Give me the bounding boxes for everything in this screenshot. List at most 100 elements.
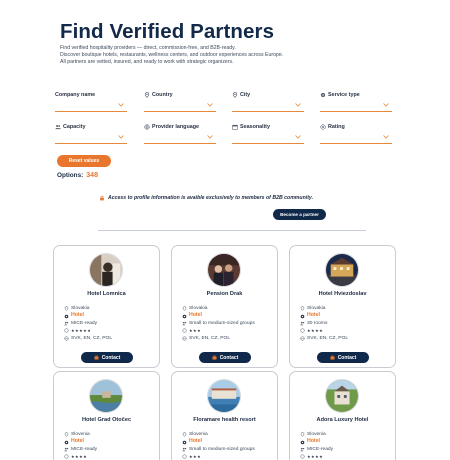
rating-row: ★★★★ [300,453,392,460]
country: Slovenia [71,432,90,437]
pin-icon [232,92,238,98]
filter-company-name[interactable]: Company name [55,92,127,112]
partner-photo [207,253,241,287]
partner-card[interactable]: Floramare health resort Slovenia Hotel S… [171,371,278,460]
partner-name: Floramare health resort [193,417,256,423]
become-partner-button[interactable]: Become a partner [273,209,326,220]
reset-values-button[interactable]: Reset values [57,155,111,167]
partner-card[interactable]: Adora Luxury Hotel Slovenia Hotel MICE-r… [289,371,396,460]
country-row: Slovakia [182,305,274,312]
star-badge-icon [300,454,305,459]
filter-capacity[interactable]: Capacity [55,124,127,144]
people-icon [64,447,69,452]
star-badge-icon [64,328,69,333]
type-row: Hotel [182,438,274,445]
filter-provider-language[interactable]: Provider language [144,124,216,144]
chevron-down-icon [383,135,389,139]
country: Slovenia [189,432,208,437]
gear-icon [320,92,326,98]
contact-label: Contact [337,354,357,361]
type: Hotel [189,438,202,445]
intro-line: All partners are vetted, insured, and re… [60,59,234,66]
filter-label: Seasonality [240,124,270,130]
gear-icon [64,440,69,444]
chevron-down-icon [207,135,213,139]
pin-icon [64,432,69,438]
country: Slovakia [189,306,208,311]
contact-label: Contact [219,354,239,361]
capacity-row: MICE-ready [64,320,156,327]
access-note: Access to profile information is avaible… [99,195,313,201]
pin-icon [300,306,305,312]
rating-row: ★★★ [182,327,274,334]
filter-label: Rating [328,124,345,130]
people-icon [182,321,187,326]
people-icon [55,125,61,130]
type: Hotel [307,312,320,319]
filter-country[interactable]: Country [144,92,216,112]
gear-icon [300,440,305,444]
contact-button[interactable]: Contact [199,352,251,363]
gear-icon [64,314,69,318]
capacity: MICE-ready [71,446,98,452]
chevron-down-icon [295,103,301,107]
partner-card[interactable]: Hotel Hviezdoslav Slovakia Hotel 30 room… [289,245,396,368]
partner-card[interactable]: Pension Drak Slovakia Hotel Small to med… [171,245,278,368]
calendar-icon [232,124,238,130]
rating-row: ★★★★★ [64,327,156,334]
chevron-down-icon [118,103,124,107]
partner-photo [89,253,123,287]
partner-name: Hotel Hviezdoslav [318,291,367,297]
capacity: Small to medium-sized groups [189,446,255,452]
rating-row: ★★★★ [300,327,392,334]
gear-icon [300,314,305,318]
capacity-row: Small to medium-sized groups [182,320,274,327]
partner-name: Hotel Lomnica [87,291,126,297]
type: Hotel [71,438,84,445]
lock-icon [100,195,104,201]
pin-icon [64,306,69,312]
pin-icon [182,432,187,438]
partner-photo [89,379,123,413]
options-number: 348 [86,172,98,179]
partner-card[interactable]: Hotel Grad Otočec Slovenia Hotel MICE-re… [53,371,160,460]
stars: ★★★ [189,328,202,334]
type-row: Hotel [182,312,274,319]
globe-icon [182,336,187,341]
languages-row: SVK, EN, CZ, POL [182,335,274,342]
star-badge-icon [320,124,326,130]
filter-seasonality[interactable]: Seasonality [232,124,304,144]
globe-icon [64,336,69,341]
type-row: Hotel [300,312,392,319]
type-row: Hotel [64,312,156,319]
intro-text: Find verified hospitality providers — di… [60,45,390,67]
pin-icon [182,306,187,312]
partner-card[interactable]: Hotel Lomnica Slovakia Hotel MICE-ready … [53,245,160,368]
contact-button[interactable]: Contact [81,352,133,363]
filter-service-type[interactable]: Service type [320,92,392,112]
stars: ★★★★ [71,454,88,460]
rating-row: ★★★ [182,453,274,460]
type: Hotel [307,438,320,445]
filter-label: City [240,92,251,98]
type: Hotel [71,312,84,319]
filter-city[interactable]: City [232,92,304,112]
filter-label: Service type [328,92,360,98]
options-label: Options: [57,172,84,179]
partner-name: Hotel Grad Otočec [81,417,132,423]
type: Hotel [189,312,202,319]
filter-rating[interactable]: Rating [320,124,392,144]
star-badge-icon [300,328,305,333]
partner-name: Adora Luxury Hotel [316,417,369,423]
contact-button[interactable]: Contact [317,352,369,363]
divider [98,230,366,231]
people-icon [64,321,69,326]
pin-icon [300,432,305,438]
page-title: Find Verified Partners [60,20,275,43]
briefcase-icon [212,355,217,360]
partner-name: Pension Drak [206,291,243,297]
people-icon [300,447,305,452]
stars: ★★★★ [307,328,324,334]
chevron-down-icon [295,135,301,139]
briefcase-icon [94,355,99,360]
